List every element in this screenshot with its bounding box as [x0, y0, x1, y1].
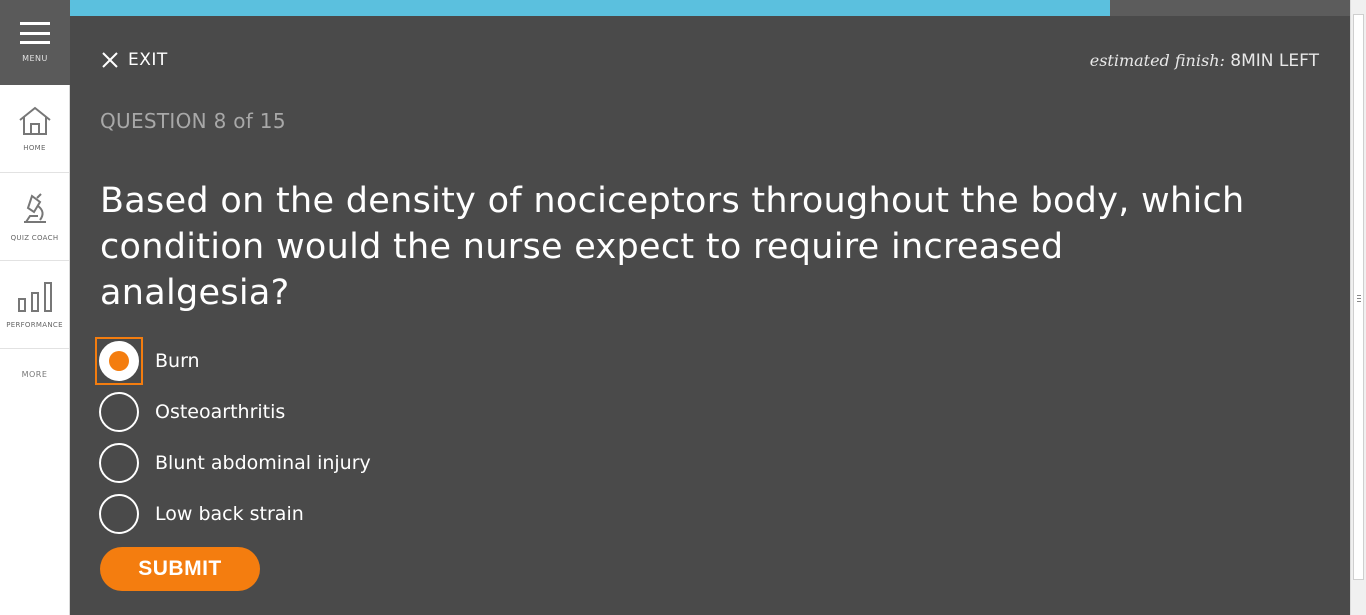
option-label: Burn: [155, 349, 200, 372]
option-low-back-strain[interactable]: Low back strain: [95, 488, 371, 539]
option-blunt-abdominal-injury[interactable]: Blunt abdominal injury: [95, 437, 371, 488]
nav-item-home[interactable]: HOME: [0, 85, 69, 173]
radio-button[interactable]: [99, 340, 139, 381]
menu-label: MENU: [22, 54, 48, 63]
radio-button[interactable]: [99, 493, 139, 534]
radio-focus-ring: [95, 490, 143, 538]
submit-button[interactable]: SUBMIT: [100, 547, 260, 591]
option-burn[interactable]: Burn: [95, 335, 371, 386]
exit-label: EXIT: [128, 50, 168, 70]
exit-button[interactable]: EXIT: [100, 50, 168, 70]
more-link[interactable]: MORE: [0, 349, 69, 399]
radio-focus-ring: [95, 388, 143, 436]
nav-label-performance: PERFORMANCE: [6, 320, 63, 329]
nav-label-quiz-coach: QUIZ COACH: [10, 233, 59, 242]
option-osteoarthritis[interactable]: Osteoarthritis: [95, 386, 371, 437]
scroll-thumb[interactable]: [1353, 14, 1364, 580]
home-icon: [18, 106, 51, 135]
progress-bar: [70, 0, 1350, 16]
scroll-grip-icon: [1357, 295, 1361, 302]
answer-options: Burn Osteoarthritis Blunt abdominal inju…: [95, 335, 371, 539]
finish-value: 8MIN LEFT: [1230, 51, 1319, 71]
radio-focus-ring: [95, 439, 143, 487]
question-text: Based on the density of nociceptors thro…: [100, 181, 1245, 313]
radio-focus-ring: [95, 336, 143, 385]
option-label: Low back strain: [155, 502, 304, 525]
radio-button[interactable]: [99, 442, 139, 483]
scrollbar[interactable]: [1350, 0, 1366, 615]
progress-fill: [70, 0, 1110, 16]
estimated-finish: estimated finish: 8MIN LEFT: [1090, 51, 1319, 71]
radio-selected-dot: [109, 350, 129, 371]
nav-item-performance[interactable]: PERFORMANCE: [0, 261, 69, 349]
nav-item-quiz-coach[interactable]: QUIZ COACH: [0, 173, 69, 261]
close-icon: [102, 52, 118, 68]
bar-chart-icon: [17, 281, 52, 312]
option-label: Blunt abdominal injury: [155, 451, 371, 474]
finish-prefix: estimated finish:: [1089, 51, 1225, 70]
question-number: QUESTION 8 of 15: [100, 109, 286, 133]
hamburger-icon: [20, 22, 50, 44]
nav-label-home: HOME: [23, 143, 46, 152]
option-label: Osteoarthritis: [155, 400, 286, 423]
menu-button[interactable]: MENU: [0, 0, 70, 85]
sidebar: MENU HOME QUIZ COACH PERFORMANCE MORE: [0, 0, 70, 615]
microscope-icon: [23, 192, 46, 223]
radio-button[interactable]: [99, 391, 139, 432]
